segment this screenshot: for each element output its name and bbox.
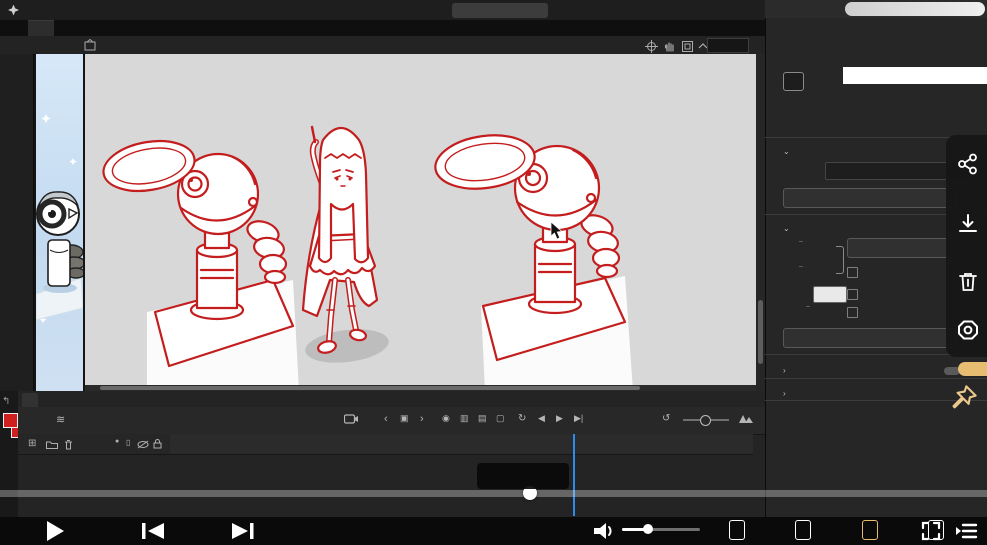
subtitle-new-badge — [948, 506, 958, 518]
progress-bar[interactable] — [0, 490, 987, 497]
owl-illustration — [36, 54, 83, 391]
onion-skin-outline-icon[interactable]: ▥ — [460, 413, 469, 424]
timeline-zoom-knob[interactable] — [700, 415, 711, 426]
share-button[interactable] — [956, 152, 980, 176]
resize-triangles-icon[interactable] — [738, 413, 754, 424]
chevron-down-icon: ⌄ — [783, 147, 790, 156]
timeline-ruler[interactable] — [170, 434, 753, 455]
timeline-playhead[interactable] — [573, 434, 575, 516]
zoom-level-select[interactable] — [707, 38, 749, 53]
overlay-highlight-box — [843, 67, 987, 84]
trash-button[interactable] — [956, 270, 980, 294]
volume-knob[interactable] — [643, 524, 653, 534]
svip-badge[interactable] — [958, 362, 987, 376]
chevron-left-icon[interactable]: ‹ — [384, 413, 388, 425]
timeline-layer-rows — [18, 454, 765, 516]
mark-button[interactable] — [729, 520, 745, 540]
speed-button[interactable] — [795, 520, 811, 540]
edit-multiple-frames-icon[interactable]: ▤ — [478, 413, 487, 424]
chevron-right-icon: › — [783, 366, 786, 375]
canvas-horizontal-scroll-thumb[interactable] — [100, 386, 640, 390]
timeline-toolbar — [18, 407, 765, 435]
document-tab-row — [0, 20, 765, 36]
girl-character-drawing — [301, 125, 389, 363]
canvas-vertical-scroll-thumb[interactable] — [758, 300, 763, 364]
publish-settings-header[interactable]: ⌄ — [783, 141, 797, 159]
record-button[interactable] — [956, 318, 980, 342]
lock-column-icon[interactable] — [153, 439, 162, 449]
tools-panel — [0, 54, 34, 391]
play-button-timeline[interactable]: ▶ — [556, 413, 563, 424]
undo-icon[interactable]: ↰ — [2, 396, 10, 407]
eye-slash-icon[interactable] — [137, 440, 149, 449]
playlist-button[interactable] — [954, 521, 978, 541]
pin-button[interactable] — [950, 384, 978, 412]
scale-span-checkbox[interactable] — [847, 307, 858, 318]
chevron-down-icon: ⌄ — [783, 224, 790, 233]
overlay-highlight-pill — [845, 2, 985, 16]
center-stage-icon[interactable] — [645, 40, 658, 53]
hand-tool-icon[interactable] — [663, 40, 676, 53]
color-swatch-row-1 — [783, 20, 987, 43]
chevron-right-icon: › — [783, 389, 786, 398]
animate-menubar — [0, 0, 765, 20]
layer-stack-icon[interactable]: ≋ — [56, 413, 65, 426]
height-field[interactable] — [799, 265, 803, 267]
tab-timeline[interactable] — [22, 393, 38, 407]
document-settings-header[interactable]: ⌄ — [783, 218, 797, 236]
left-robot-drawing — [102, 139, 299, 391]
volume-icon[interactable] — [592, 520, 616, 542]
live-class-badge[interactable] — [452, 3, 548, 18]
width-field[interactable] — [799, 240, 803, 242]
clip-content-icon[interactable] — [681, 40, 694, 53]
animate-logo-icon — [8, 4, 19, 16]
swf-history-header[interactable]: › — [783, 360, 793, 378]
stage-color-swatch[interactable] — [813, 286, 847, 303]
right-robot-drawing — [434, 134, 633, 391]
progress-tooltip — [477, 463, 569, 489]
add-folder-icon[interactable] — [46, 440, 58, 449]
fullscreen-button[interactable] — [921, 521, 941, 541]
play-button[interactable] — [44, 519, 66, 543]
link-dimensions-icon[interactable] — [836, 246, 844, 274]
docset-more-settings-button[interactable] — [783, 328, 957, 348]
add-layer-icon[interactable]: ⊞ — [28, 438, 36, 449]
next-frame-icon[interactable]: ▶| — [574, 413, 583, 424]
accessibility-header[interactable]: › — [783, 383, 793, 401]
camera-icon[interactable] — [344, 413, 359, 424]
stage-canvas[interactable] — [85, 54, 756, 391]
onion-skin-icon[interactable]: ◉ — [442, 413, 450, 424]
document-tab[interactable] — [28, 20, 54, 37]
scale-content-checkbox[interactable] — [847, 267, 858, 278]
reset-zoom-icon[interactable]: ↺ — [662, 413, 670, 424]
publish-more-settings-button[interactable] — [783, 188, 957, 208]
center-frame-icon[interactable]: ▣ — [400, 413, 409, 424]
download-button[interactable] — [956, 212, 980, 236]
reference-art-panel — [36, 54, 83, 391]
video-player-screen: ↰ ⌄ ⌄ › › ≋ ‹ ▣ › ◉ ▥ ▤ ▢ ↻ ◀ ▶ ▶| ↺ ⊞ ●… — [0, 0, 987, 545]
next-video-button[interactable] — [230, 521, 260, 541]
color-swatch-row-2 — [783, 43, 987, 66]
delete-layer-icon[interactable] — [64, 439, 73, 450]
fill-color-swatch[interactable] — [3, 413, 18, 428]
previous-video-button[interactable] — [140, 521, 166, 541]
marker-range-icon[interactable]: ▢ — [496, 413, 505, 424]
fps-field[interactable] — [806, 305, 810, 307]
animate-file-icon — [783, 72, 804, 91]
apply-pasteboard-checkbox[interactable] — [847, 289, 858, 300]
quality-button[interactable] — [862, 520, 878, 540]
chevron-right-icon[interactable]: › — [420, 413, 424, 425]
live-dot-icon — [459, 8, 464, 13]
speed-svip-badge — [826, 507, 836, 519]
prev-frame-icon[interactable]: ◀ — [538, 413, 545, 424]
stage-artwork — [102, 125, 633, 391]
loop-icon[interactable]: ↻ — [518, 413, 526, 424]
highlight-column-icon[interactable]: ● — [115, 438, 119, 445]
outline-column-icon[interactable]: ▯ — [126, 438, 130, 447]
edit-scene-icon[interactable] — [84, 39, 96, 51]
